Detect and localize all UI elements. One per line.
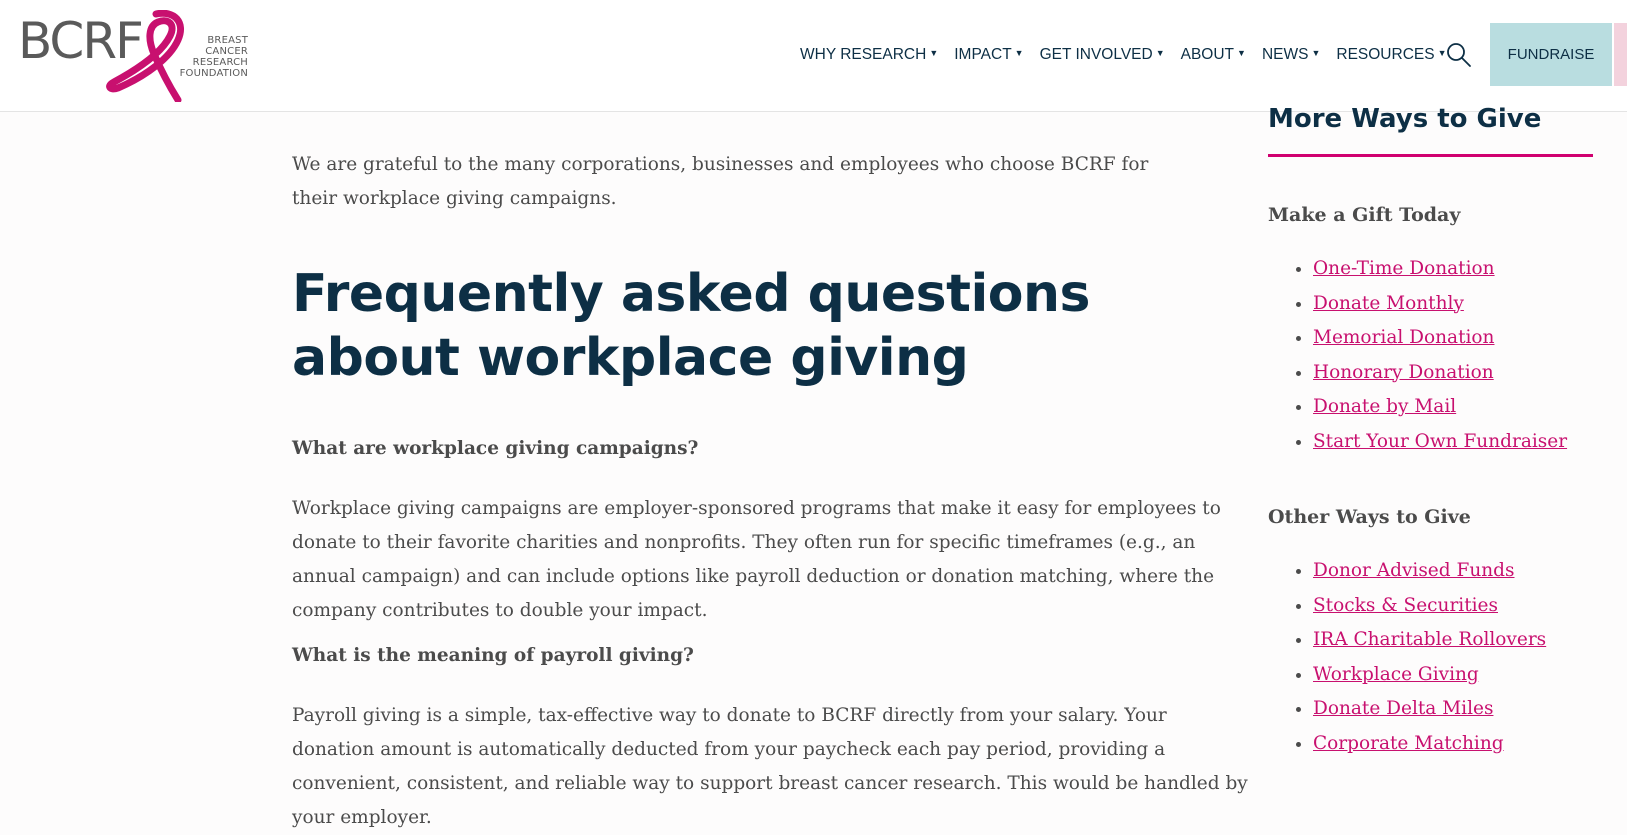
sidebar-link[interactable]: Stocks & Securities xyxy=(1313,595,1498,616)
sidebar-link-list: Donor Advised Funds Stocks & Securities … xyxy=(1268,554,1546,761)
list-item: One-Time Donation xyxy=(1313,252,1567,287)
donate-button-edge[interactable] xyxy=(1614,23,1627,86)
bcrf-logo[interactable]: BCRF BREAST CANCER RESEARCH FOUNDATION xyxy=(18,10,248,102)
logo-subtitle: BREAST CANCER RESEARCH FOUNDATION xyxy=(179,35,248,79)
sidebar-group-title: Make a Gift Today xyxy=(1268,204,1461,226)
list-item: Donate by Mail xyxy=(1313,390,1567,425)
nav-item-get-involved[interactable]: GET INVOLVED ▼ xyxy=(1040,46,1165,64)
list-item: Honorary Donation xyxy=(1313,356,1567,391)
sidebar-link[interactable]: Honorary Donation xyxy=(1313,362,1494,383)
sidebar-link[interactable]: Start Your Own Fundraiser xyxy=(1313,431,1567,452)
list-item: Stocks & Securities xyxy=(1313,589,1546,624)
faq-answer: Workplace giving campaigns are employer-… xyxy=(292,498,1221,621)
faq-question: What is the meaning of payroll giving? xyxy=(292,645,694,666)
sidebar-link[interactable]: IRA Charitable Rollovers xyxy=(1313,629,1546,650)
sidebar-link[interactable]: Donate Delta Miles xyxy=(1313,698,1493,719)
caret-down-icon: ▼ xyxy=(1155,48,1165,58)
sidebar-link[interactable]: One-Time Donation xyxy=(1313,258,1495,279)
sidebar-link[interactable]: Donate by Mail xyxy=(1313,396,1456,417)
nav-item-about[interactable]: ABOUT ▼ xyxy=(1181,46,1246,64)
list-item: Donor Advised Funds xyxy=(1313,554,1546,589)
caret-down-icon: ▼ xyxy=(1014,48,1024,58)
caret-down-icon: ▼ xyxy=(1311,48,1321,58)
intro-paragraph: We are grateful to the many corporations… xyxy=(292,154,1149,209)
list-item: Donate Monthly xyxy=(1313,287,1567,322)
sidebar-link[interactable]: Corporate Matching xyxy=(1313,733,1504,754)
caret-down-icon: ▼ xyxy=(1237,48,1246,58)
search-button[interactable] xyxy=(1446,42,1472,68)
list-item: Memorial Donation xyxy=(1313,321,1567,356)
sidebar-link[interactable]: Donate Monthly xyxy=(1313,293,1464,314)
search-icon xyxy=(1447,43,1471,67)
sidebar-link[interactable]: Donor Advised Funds xyxy=(1313,560,1515,581)
sidebar-divider xyxy=(1268,154,1593,157)
list-item: Corporate Matching xyxy=(1313,727,1546,762)
list-item: Start Your Own Fundraiser xyxy=(1313,425,1567,460)
caret-down-icon: ▼ xyxy=(929,48,939,58)
nav-item-impact[interactable]: IMPACT ▼ xyxy=(954,46,1023,64)
sidebar-link[interactable]: Memorial Donation xyxy=(1313,327,1494,348)
list-item: IRA Charitable Rollovers xyxy=(1313,623,1546,658)
sidebar-title: More Ways to Give xyxy=(1268,104,1542,134)
list-item: Donate Delta Miles xyxy=(1313,692,1546,727)
nav-item-resources[interactable]: RESOURCES ▼ xyxy=(1336,46,1446,64)
list-item: Workplace Giving xyxy=(1313,658,1546,693)
nav-item-news[interactable]: NEWS ▼ xyxy=(1262,46,1320,64)
fundraise-button[interactable]: FUNDRAISE xyxy=(1490,23,1612,86)
sidebar-link[interactable]: Workplace Giving xyxy=(1313,664,1479,685)
site-header: BCRF BREAST CANCER RESEARCH FOUNDATION W… xyxy=(0,0,1627,112)
faq-title: Frequently asked questions about workpla… xyxy=(292,264,1090,388)
sidebar-link-list: One-Time Donation Donate Monthly Memoria… xyxy=(1268,252,1567,459)
sidebar-group-title: Other Ways to Give xyxy=(1268,506,1471,528)
main-nav: WHY RESEARCH ▼ IMPACT ▼ GET INVOLVED ▼ ABOU… xyxy=(800,46,1462,64)
nav-item-why-research[interactable]: WHY RESEARCH ▼ xyxy=(800,46,938,64)
faq-answer: Payroll giving is a simple, tax-effectiv… xyxy=(292,705,1248,828)
faq-question: What are workplace giving campaigns? xyxy=(292,438,699,459)
